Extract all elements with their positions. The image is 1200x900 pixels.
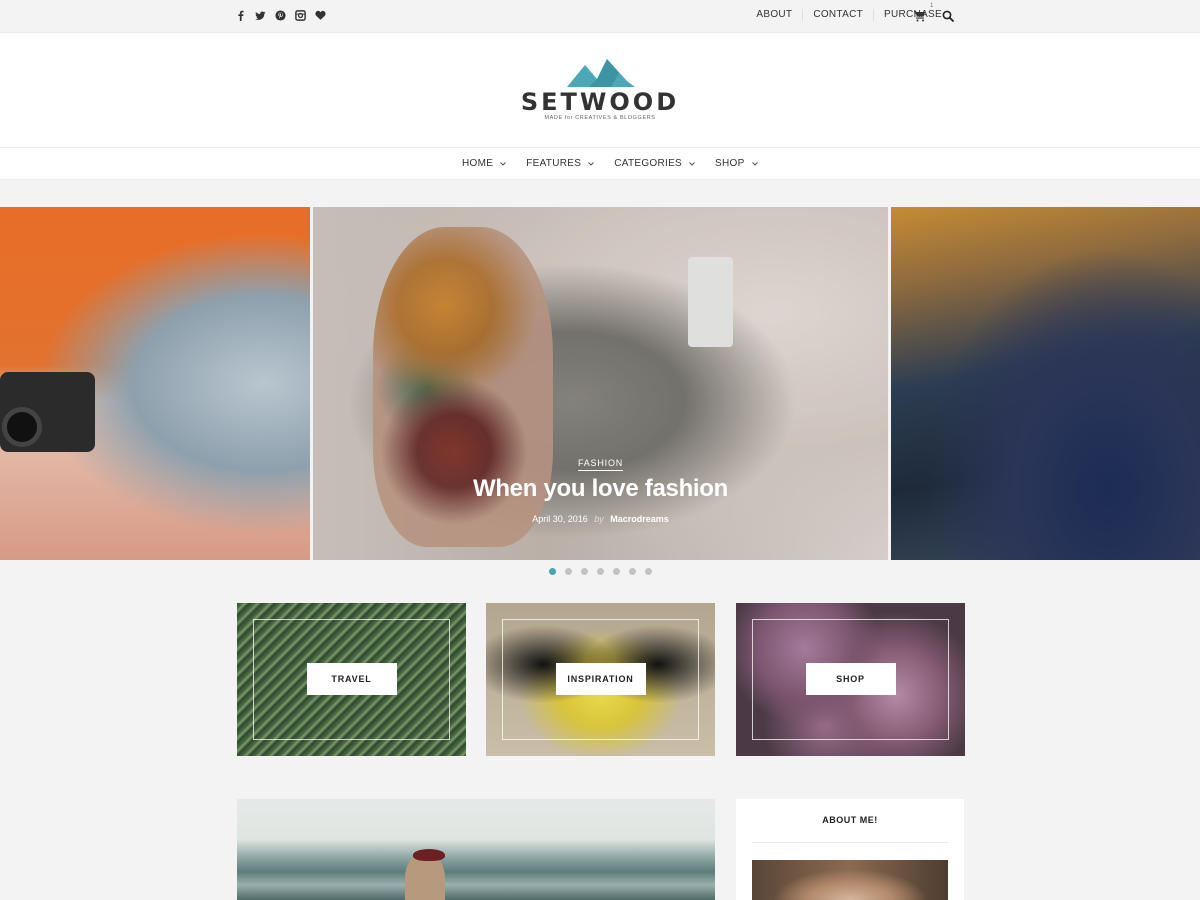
main-nav: HOME FEATURES CATEGORIES SHOP — [0, 148, 1200, 180]
top-nav-about[interactable]: ABOUT — [746, 9, 804, 21]
featured-slider[interactable]: FASHION When you love fashion April 30, … — [0, 207, 1200, 560]
nav-item-categories[interactable]: CATEGORIES — [614, 158, 695, 169]
nav-item-label: CATEGORIES — [614, 158, 683, 169]
facebook-icon[interactable] — [235, 8, 246, 22]
promo-button-shop[interactable]: SHOP — [805, 663, 896, 695]
slider-dot[interactable] — [613, 568, 620, 575]
promo-button-travel[interactable]: TRAVEL — [306, 663, 397, 695]
chevron-down-icon — [689, 161, 695, 166]
nav-item-label: SHOP — [715, 158, 745, 169]
nav-item-label: HOME — [462, 158, 494, 169]
pinterest-icon[interactable] — [275, 8, 286, 22]
chevron-down-icon — [588, 161, 595, 166]
slider-dots — [549, 568, 652, 575]
about-widget-title: ABOUT ME! — [822, 815, 878, 825]
post-featured-image[interactable] — [237, 799, 715, 900]
slider-dot[interactable] — [629, 568, 636, 575]
about-photo — [752, 860, 948, 900]
slide-active[interactable]: FASHION When you love fashion April 30, … — [313, 207, 888, 560]
top-nav-contact[interactable]: CONTACT — [803, 9, 875, 21]
cart-count: 1 — [930, 3, 934, 9]
nav-item-shop[interactable]: SHOP — [715, 158, 758, 169]
chevron-down-icon — [751, 161, 758, 166]
search-icon[interactable] — [942, 9, 954, 22]
slider-dot[interactable] — [581, 568, 588, 575]
slide-author[interactable]: Macrodreams — [610, 514, 669, 524]
slide-by: by — [594, 514, 604, 524]
about-widget: ABOUT ME! — [736, 799, 964, 900]
nav-item-home[interactable]: HOME — [462, 158, 507, 169]
slide-meta: April 30, 2016 by Macrodreams — [313, 514, 888, 524]
slider-dot[interactable] — [597, 568, 604, 575]
site-header: SETWOOD MADE for CREATIVES & BLOGGERS — [0, 32, 1200, 148]
slide-overlay — [313, 207, 888, 560]
heart-icon[interactable] — [315, 8, 326, 22]
slide-next[interactable] — [891, 207, 1200, 560]
slide-category[interactable]: FASHION — [577, 458, 624, 471]
promo-button-inspiration[interactable]: INSPIRATION — [555, 663, 646, 695]
slider-dot[interactable] — [549, 568, 556, 575]
social-links — [235, 8, 326, 22]
slider-dot[interactable] — [565, 568, 572, 575]
slide-image-lens — [2, 407, 42, 447]
cart-icon[interactable] — [914, 9, 928, 23]
instagram-icon[interactable] — [295, 8, 306, 22]
top-bar: ABOUT CONTACT PURCHASE 1 — [0, 0, 1200, 32]
twitter-icon[interactable] — [255, 8, 266, 22]
chevron-down-icon — [500, 161, 507, 166]
site-logo[interactable]: SETWOOD — [500, 88, 700, 116]
slide-title[interactable]: When you love fashion — [313, 475, 888, 503]
nav-item-label: FEATURES — [526, 158, 582, 169]
promo-inspiration[interactable]: INSPIRATION — [486, 603, 715, 756]
slide-previous[interactable] — [0, 207, 310, 560]
site-tagline: MADE for CREATIVES & BLOGGERS — [544, 115, 656, 121]
slide-date: April 30, 2016 — [532, 514, 588, 524]
nav-item-features[interactable]: FEATURES — [526, 158, 595, 169]
post-image-hat — [413, 849, 445, 861]
promo-travel[interactable]: TRAVEL — [237, 603, 466, 756]
mountain-logo-icon[interactable] — [567, 59, 635, 87]
slider-dot[interactable] — [645, 568, 652, 575]
promo-shop[interactable]: SHOP — [736, 603, 965, 756]
divider — [752, 842, 948, 843]
